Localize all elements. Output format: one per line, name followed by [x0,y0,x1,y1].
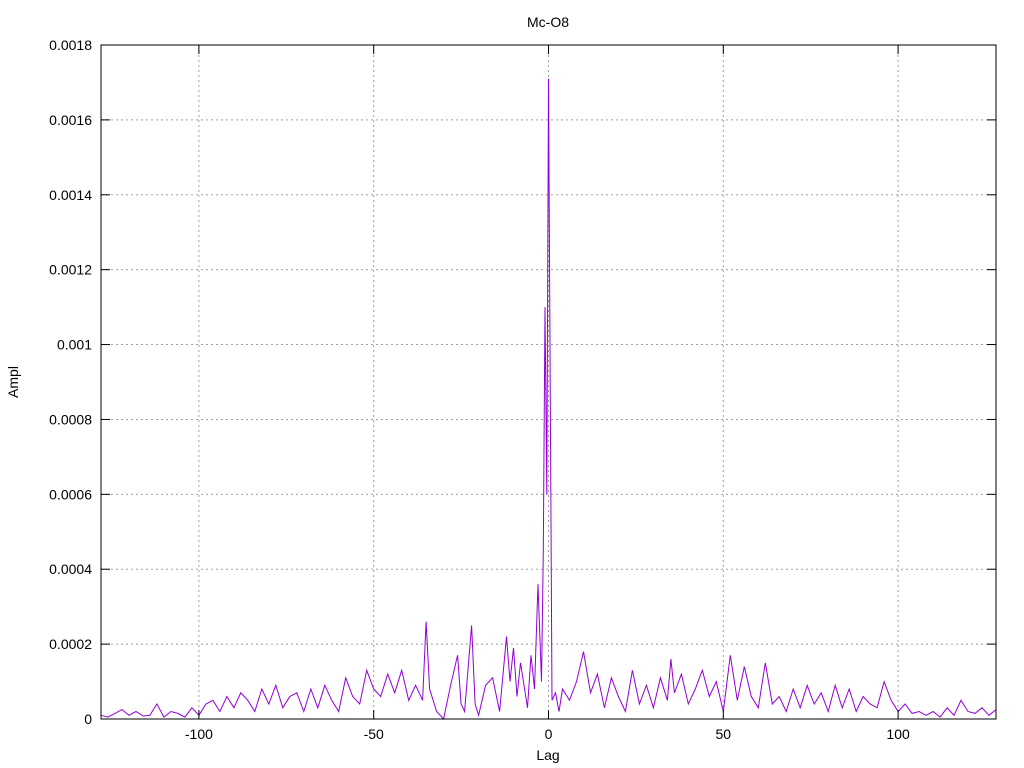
y-tick-label: 0.0012 [49,262,92,278]
x-tick-label: -50 [364,726,384,742]
y-tick-label: 0.0018 [49,37,92,53]
y-tick-label: 0.0008 [49,411,92,427]
x-axis-label: Lag [536,747,559,763]
x-tick-label: 0 [545,726,553,742]
y-tick-label: 0.0004 [49,561,92,577]
chart-background [0,0,1024,768]
x-tick-label: 50 [716,726,732,742]
y-tick-label: 0.0002 [49,636,92,652]
chart: 0 0.0002 0.0004 0.0006 0.0008 0.001 0.0012 0.00… [0,0,1024,768]
y-tick-label: 0.0016 [49,112,92,128]
y-tick-label: 0.0014 [49,187,92,203]
y-tick-label: 0 [84,711,92,727]
y-axis-label: Ampl [5,366,21,398]
x-tick-label: -100 [185,726,213,742]
chart-title: Mc-O8 [527,14,569,30]
x-tick-label: 100 [886,726,910,742]
y-tick-label: 0.001 [57,337,92,353]
y-tick-label: 0.0006 [49,486,92,502]
